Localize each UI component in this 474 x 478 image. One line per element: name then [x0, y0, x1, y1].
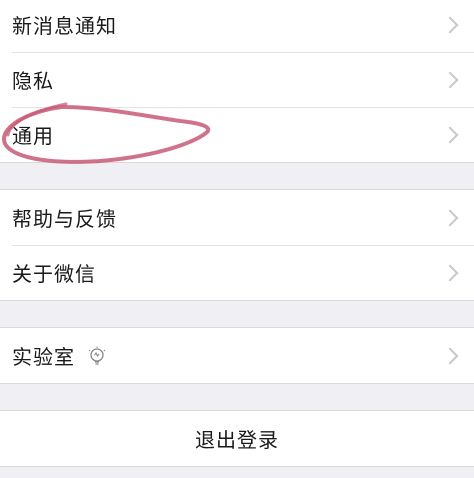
row-label: 通用 [12, 124, 54, 148]
settings-screen: 新消息通知 隐私 通用 帮助与反馈 关于微信 实验室 退出登录 [0, 0, 474, 478]
row-privacy[interactable]: 隐私 [0, 52, 474, 107]
chevron-right-icon [441, 71, 459, 88]
settings-group-logout: 退出登录 [0, 410, 474, 467]
row-about-wechat[interactable]: 关于微信 [0, 245, 474, 300]
row-label: 帮助与反馈 [12, 207, 117, 231]
row-new-message-notification[interactable]: 新消息通知 [0, 0, 474, 52]
logout-label: 退出登录 [195, 428, 279, 452]
settings-group-lab: 实验室 [0, 327, 474, 384]
chevron-right-icon [441, 209, 459, 226]
row-general[interactable]: 通用 [0, 107, 474, 162]
row-label: 新消息通知 [12, 14, 117, 38]
chevron-right-icon [441, 126, 459, 143]
lightbulb-icon [88, 346, 106, 365]
chevron-right-icon [441, 347, 459, 364]
settings-group-general: 新消息通知 隐私 通用 [0, 0, 474, 163]
row-lab[interactable]: 实验室 [0, 328, 474, 383]
logout-button[interactable]: 退出登录 [0, 411, 474, 466]
row-label: 实验室 [12, 345, 75, 369]
settings-group-help: 帮助与反馈 关于微信 [0, 189, 474, 301]
row-label: 关于微信 [12, 262, 96, 286]
row-label: 隐私 [12, 69, 54, 93]
chevron-right-icon [441, 16, 459, 33]
row-help-feedback[interactable]: 帮助与反馈 [0, 190, 474, 245]
chevron-right-icon [441, 264, 459, 281]
